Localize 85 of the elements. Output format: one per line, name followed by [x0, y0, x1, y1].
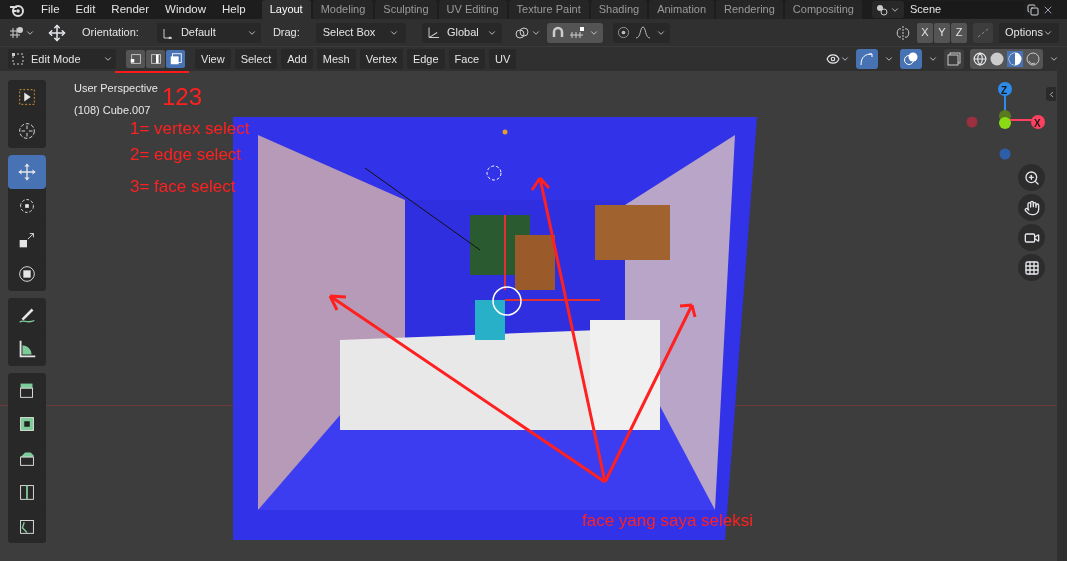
caret-icon [103, 54, 113, 64]
workspace-tab[interactable]: UV Editing [438, 0, 507, 19]
wireframe-icon [973, 52, 987, 66]
menu-item[interactable]: Help [214, 0, 254, 19]
workspace-tab[interactable]: Compositing [784, 0, 862, 19]
select-mode-button[interactable] [166, 50, 185, 68]
proportional-toggle[interactable] [612, 22, 670, 43]
viewport-menu[interactable]: Face [448, 49, 486, 69]
workspace-tab[interactable]: Layout [261, 0, 311, 19]
viewport-menu[interactable]: Vertex [359, 49, 403, 69]
copy-icon[interactable] [1026, 3, 1039, 16]
scene-icon [875, 3, 888, 16]
axis-toggle[interactable]: Y [934, 22, 950, 43]
axis-toggle[interactable]: X [917, 22, 933, 43]
zoom-icon[interactable] [1018, 164, 1045, 191]
mirror-icon[interactable] [895, 24, 911, 41]
caret-icon [928, 54, 938, 64]
caret-icon [1049, 54, 1059, 64]
drag-label: Drag: [272, 25, 300, 41]
solid-sphere-icon [990, 52, 1004, 66]
view-name-label: User Perspective [74, 81, 158, 96]
viewport-menu[interactable]: Select [234, 49, 278, 69]
workspace-tab[interactable]: Animation [649, 0, 715, 19]
menu-item[interactable]: Window [157, 0, 214, 19]
visibility-icon[interactable] [826, 52, 840, 66]
overlay-toggle[interactable] [900, 49, 922, 69]
viewport-menu[interactable]: Add [281, 49, 313, 69]
gizmo-axis-label: Z [1001, 84, 1008, 98]
select-mode-button[interactable] [146, 50, 165, 68]
circle-dot-icon [616, 26, 630, 39]
axes-icon [426, 26, 439, 39]
vertex-square-icon [11, 52, 25, 66]
tool-icon [16, 161, 38, 183]
select-mode-button[interactable] [126, 50, 145, 68]
select-mode-icon [168, 52, 183, 66]
annotation-numbers: 123 [162, 85, 203, 109]
shading-modes[interactable] [970, 49, 1043, 69]
hand-icon[interactable] [1018, 194, 1045, 221]
xray-icon[interactable] [944, 49, 964, 69]
workspace-tab[interactable]: Sculpting [375, 0, 437, 19]
mode-dropdown[interactable]: Edit Mode [8, 49, 116, 69]
magnet-icon [550, 25, 565, 40]
material-sphere-icon [1007, 51, 1023, 67]
drag-dropdown[interactable]: Select Box [315, 22, 406, 43]
orientation-icon [160, 26, 173, 39]
grid-icon[interactable] [1018, 254, 1045, 281]
workspace-tab[interactable]: Modeling [312, 0, 374, 19]
transform-space-dropdown[interactable]: Global [421, 22, 502, 43]
orientation-label: Orientation: [82, 25, 139, 41]
camera-icon[interactable] [1018, 224, 1045, 251]
workspace-tab[interactable]: Rendering [716, 0, 783, 19]
axis-toggle[interactable]: Z [951, 22, 967, 43]
workspace-tab[interactable]: Texture Paint [508, 0, 589, 19]
select-mode-icon [128, 52, 143, 66]
link-icon[interactable] [513, 25, 530, 40]
tool-icon [16, 120, 38, 142]
gizmo-axis-label: X [1034, 117, 1041, 131]
caret-icon [840, 54, 850, 64]
options-dropdown[interactable]: Options [999, 22, 1059, 43]
sidebar-toggle[interactable] [1046, 87, 1056, 101]
viewport-menu[interactable]: View [195, 49, 231, 69]
falloff-curve-icon [634, 26, 651, 39]
menu-item[interactable]: Edit [67, 0, 104, 19]
tool-icon [16, 263, 38, 285]
app-logo-icon [9, 2, 25, 17]
overlay-circles-icon [903, 51, 919, 67]
workspace-tab[interactable]: Shading [590, 0, 648, 19]
increment-icon [568, 26, 585, 39]
gizmo-toggle[interactable] [856, 49, 878, 69]
rendered-sphere-icon [1026, 52, 1040, 66]
viewport-menu[interactable]: Mesh [316, 49, 356, 69]
move-icon[interactable] [48, 23, 66, 42]
tool-icon [16, 86, 38, 108]
viewport-menu[interactable]: Edge [406, 49, 445, 69]
select-mode-icon [148, 52, 163, 66]
scene-selector[interactable] [871, 1, 904, 18]
menu-item[interactable]: File [33, 0, 68, 19]
menu-item[interactable]: Render [103, 0, 158, 19]
gizmo-arrow-icon [859, 51, 875, 67]
snap-toggle[interactable] [546, 22, 603, 43]
object-name-label: (108) Cube.007 [74, 102, 152, 118]
caret-icon [884, 54, 894, 64]
viewport-menu[interactable]: UV [489, 49, 517, 69]
orientation-dropdown[interactable]: Default [156, 22, 261, 43]
annotation-caption: face yang saya seleksi [582, 512, 754, 529]
